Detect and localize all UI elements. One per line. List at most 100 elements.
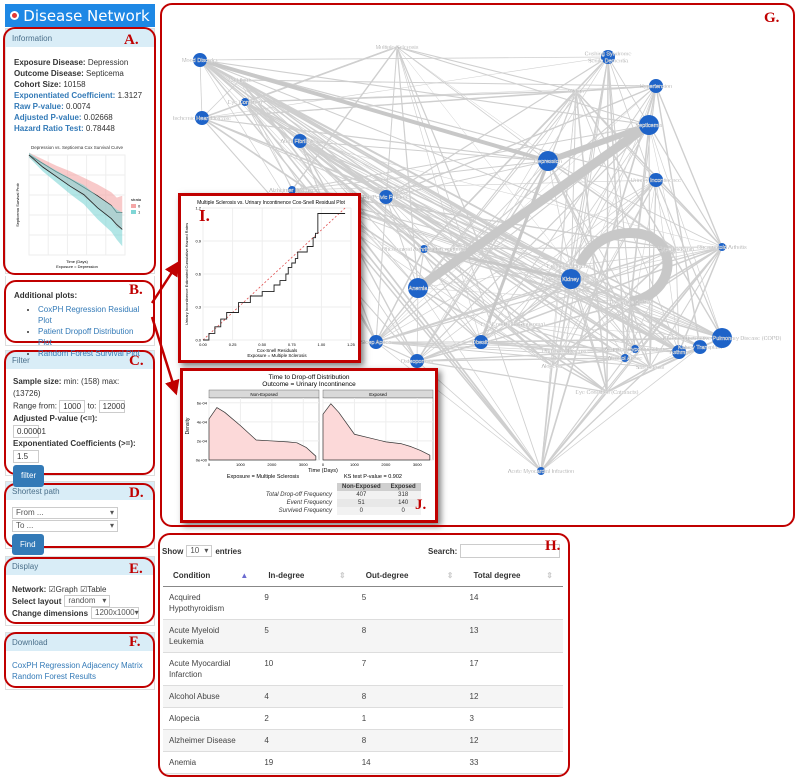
download-rf-link[interactable]: Random Forest Results <box>12 671 148 682</box>
degree-table: Condition ▲ In-degree ⇕ Out-degree ⇕ Total deg… <box>163 565 563 775</box>
y-tick-label: 0.9 <box>195 239 201 244</box>
y-tick-label: 0.6 <box>195 272 201 277</box>
find-button[interactable]: Find <box>12 534 44 555</box>
network-node[interactable]: Eye Condition <box>228 98 262 106</box>
network-node[interactable]: Multiple Sclerosis <box>375 45 419 51</box>
ks-test-label: KS test P-value = 0.902 <box>344 474 402 479</box>
node-label: Eye Condition <box>228 100 262 106</box>
information-panel: Information Exposure Disease: Depression… <box>5 28 155 274</box>
x-tick-label: 3000 <box>299 462 309 467</box>
table-cell: 3 <box>463 707 563 730</box>
network-node[interactable]: Rheumatoid Arthritis <box>697 243 747 251</box>
network-node[interactable]: Alcohol Abuse <box>607 354 643 362</box>
network-node[interactable]: Vitiligo <box>568 89 584 95</box>
table-cell: 14 <box>355 751 464 774</box>
label: Exposure Disease: <box>14 58 86 67</box>
table-cell: 4 <box>258 685 356 708</box>
layout-select[interactable]: random ▾ <box>64 595 111 607</box>
entries-value: 10 <box>190 546 200 555</box>
survival-curve-chart: Depression vs. Septicema Cox Survival Cu… <box>15 145 142 269</box>
legend-label: 0 <box>138 204 141 209</box>
table-cell: Asthma <box>163 773 259 775</box>
network-node[interactable]: Eye Condition (Cataracts) <box>575 390 639 396</box>
network-node[interactable]: Parkinson Disease <box>542 349 588 355</box>
graph-checkbox[interactable]: ☑ <box>48 585 55 594</box>
network-node[interactable]: Acquired Hypothyroidism <box>604 345 666 353</box>
dimensions-select[interactable]: 1200x1000 ▾ <box>91 607 140 619</box>
column-header-total-degree[interactable]: Total degree ⇕ <box>463 565 563 587</box>
table-cell: 10 <box>258 652 356 686</box>
chart-title: Time to Drop-off Distribution <box>269 374 350 381</box>
table-cell: 33 <box>463 751 563 774</box>
table-cell: 1 <box>355 707 464 730</box>
y-axis-label: Septicema Survival Prob <box>15 182 20 227</box>
dropoff-plot-overlay: Time to Drop-off Distribution Outcome = U… <box>180 368 438 523</box>
node-label: Atrial Fibrillation <box>280 139 319 145</box>
filter-button[interactable]: filter <box>13 465 45 487</box>
app-header: Disease Network <box>5 4 155 27</box>
adj-pvalue: 0.02668 <box>83 113 113 122</box>
label: Cohort Size: <box>14 80 62 89</box>
x-tick-label: 1.25 <box>347 342 356 347</box>
caret-down-icon: ▾ <box>109 521 114 530</box>
node-label: Rheumatoid Arthritis <box>697 245 747 251</box>
link-residual-plot[interactable]: CoxPH Regression Residual Plot <box>38 305 139 325</box>
network-edge <box>199 56 609 61</box>
table-row[interactable]: Asthma91120 <box>163 773 563 775</box>
entries-select[interactable]: 10 ▾ <box>186 545 213 557</box>
range-from-input[interactable]: 1000 <box>59 400 86 413</box>
to-select[interactable]: To ... ▾ <box>12 520 118 532</box>
node-label: Senile Dementia <box>588 59 629 65</box>
table-cell: 17 <box>463 652 563 686</box>
network-edge <box>199 59 203 119</box>
table-row[interactable]: Anemia 19 14 33 <box>163 751 563 774</box>
x-tick-label: 0 <box>208 462 211 467</box>
network-node[interactable]: Ischemic Heart Disease <box>173 111 231 125</box>
node-label: Anemia <box>409 286 429 292</box>
column-header-in-degree[interactable]: In-degree ⇕ <box>258 565 356 587</box>
link-random-forest-plot[interactable]: Random Forest Survival Plot <box>38 349 140 358</box>
network-node[interactable]: Hyperlipidemia <box>658 247 696 253</box>
node-label: Acquired Hypothyroidism <box>604 347 666 353</box>
network-node[interactable]: Cushing SyndromeSenile Dementia <box>584 50 632 65</box>
table-row[interactable]: Acute Myeloid Leukemia 5 8 13 <box>163 619 563 653</box>
x-tick-label: 0.00 <box>199 342 208 347</box>
network-node[interactable]: Childbirth <box>228 78 252 84</box>
network-node[interactable]: Rheumatoid Arthritis/Osteoarthritis <box>382 245 466 253</box>
from-select[interactable]: From ... ▾ <box>12 507 118 519</box>
table-row[interactable]: Alopecia 2 1 3 <box>163 707 563 730</box>
table-row[interactable]: Acute Myocardial Infarction 10 7 17 <box>163 652 563 686</box>
label: Hazard Ratio Test: <box>14 124 84 133</box>
legend-label: 1 <box>138 210 141 215</box>
node-label: Eye Condition (Glaucoma) <box>481 322 546 328</box>
table-cell: 9 <box>258 773 356 775</box>
range-to-input[interactable]: 12000 <box>98 400 125 413</box>
download-adjacency-link[interactable]: CoxPH Regression Adjacency Matrix <box>12 660 148 671</box>
network-node[interactable]: Ulcerative Colitis <box>609 300 651 306</box>
degree-table-panel: Show 10 ▾ entries Search: Condition ▲ In-de… <box>160 535 570 775</box>
network-node[interactable]: Acute Myocardial Infarction <box>508 467 574 475</box>
exposure-value: Depression <box>87 58 129 67</box>
table-row[interactable]: Alcohol Abuse 4 8 12 <box>163 685 563 708</box>
table-label: Table <box>87 585 107 594</box>
table-row[interactable]: Alzheimer Disease 4 8 12 <box>163 729 563 752</box>
label: Range from: <box>13 401 58 411</box>
table-row: Survived Frequency 0 0 <box>187 507 421 515</box>
node-label: Sarcoidosis <box>636 365 665 371</box>
y-tick-label: 0e+00 <box>196 458 208 463</box>
cohort-value: 10158 <box>63 80 86 89</box>
additional-plots-panel: Additional plots: CoxPH Regression Resid… <box>5 276 155 358</box>
adj-pvalue-input[interactable]: 0.00001 <box>13 425 46 438</box>
network-edge <box>655 85 723 248</box>
table-row[interactable]: Acquired Hypothyroidism 9 5 14 <box>163 586 563 620</box>
network-node[interactable]: Eye Condition (Glaucoma) <box>481 322 546 328</box>
outcome-value: Septicema <box>86 69 124 78</box>
node-label: Hyperlipidemia <box>658 247 695 253</box>
column-header-out-degree[interactable]: Out-degree ⇕ <box>355 565 464 587</box>
column-header-condition[interactable]: Condition ▲ <box>163 565 259 587</box>
network-node[interactable]: Sarcoidosis <box>636 365 665 371</box>
network-node[interactable]: Alopecia <box>541 364 563 370</box>
coef-input[interactable]: 1.5 <box>13 450 39 463</box>
x-tick-label: 3000 <box>413 462 423 467</box>
link-dropoff-plot[interactable]: Patient Dropoff Distribution Plot <box>38 327 133 347</box>
